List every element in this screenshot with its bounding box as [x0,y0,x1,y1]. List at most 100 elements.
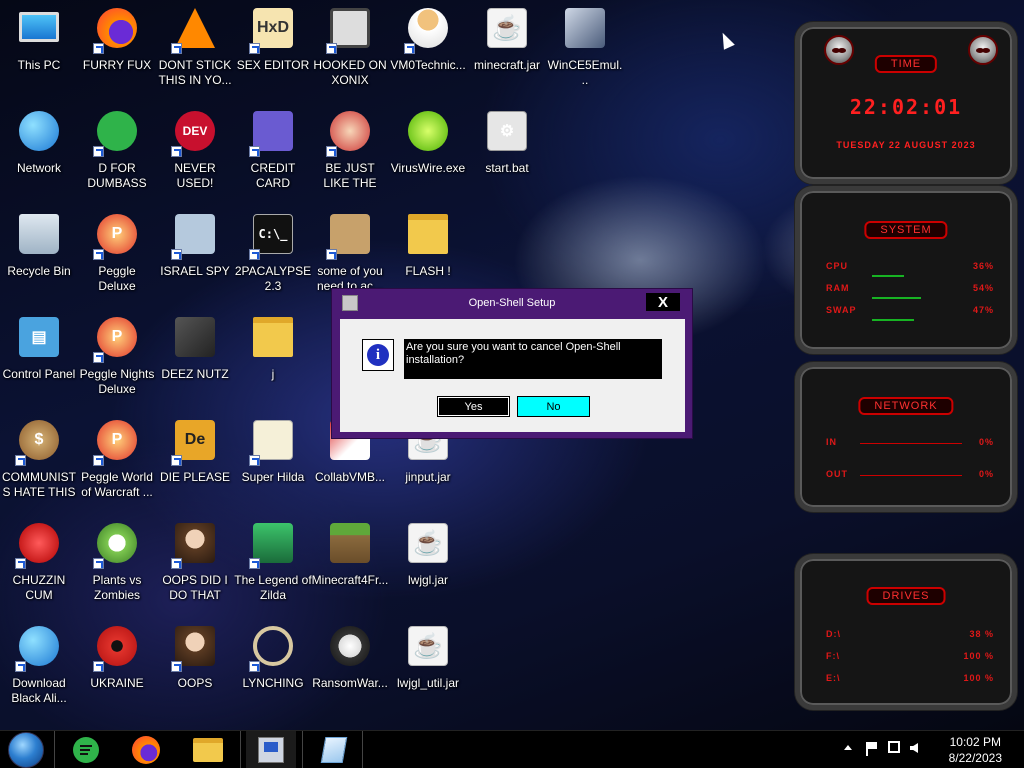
time-widget-clock: 22:02:01 [849,95,963,119]
desktop-icon[interactable]: ▤ Control Panel [0,309,78,409]
desktop-icon[interactable]: Plants vs Zombies [78,515,156,615]
desktop-icon[interactable]: C:\_ 2PACALYPSE 2.3 [234,206,312,306]
peggle-icon: P [93,212,141,260]
java-icon: ☕ [483,6,531,54]
desktop-icon[interactable]: VM0Technic... [389,0,467,100]
desktop-icon[interactable]: OOPS [156,618,234,718]
desktop-icon[interactable]: This PC [0,0,78,100]
desktop-icon[interactable]: Recycle Bin [0,206,78,306]
desktop-icon-label: Peggle World of Warcraft ... [81,470,153,499]
alien-logo-icon [824,35,854,65]
portrait-icon [171,521,219,569]
taskbar-setup-button[interactable] [246,731,296,768]
system-metric-bar [872,319,914,321]
desktop-icon[interactable]: Network [0,103,78,203]
no-button[interactable]: No [517,396,590,417]
firefox-icon [132,736,160,764]
network-out-label: OUT [826,469,848,479]
taskbar-clock[interactable]: 10:02 PM 8/22/2023 [949,734,1002,766]
network-in-value: 0% [978,437,994,447]
desktop-icon-label: CHUZZIN CUM [12,573,66,602]
plant-icon [93,521,141,569]
desktop-icon[interactable]: FURRY FUX [78,0,156,100]
desktop-icon[interactable]: De DIE PLEASE [156,412,234,512]
desktop-icon[interactable]: Minecraft4Fr... [311,515,389,615]
desktop-icon[interactable]: ☕ lwjgl_util.jar [389,618,467,718]
desktop-icon[interactable]: HxD SEX EDITOR [234,0,312,100]
desktop-icon[interactable]: Super Hilda [234,412,312,512]
desktop-icon[interactable]: HOOKED ON XONIX [311,0,389,100]
desktop-icon[interactable]: DEEZ NUTZ [156,309,234,409]
desktop-icon[interactable]: OOPS DID I DO THAT [156,515,234,615]
desktop-icon[interactable]: P Peggle Nights Deluxe [78,309,156,409]
dialog-title: Open-Shell Setup [468,297,556,309]
desktop-icon[interactable]: Download Black Ali... [0,618,78,718]
spy-icon [171,212,219,260]
desktop-icon-label: Peggle Nights Deluxe [79,367,155,396]
shortcut-arrow-icon [93,146,104,157]
folder-icon [404,212,452,260]
folder-icon [249,315,297,363]
desktop-icon-label: D FOR DUMBASS [87,161,147,190]
drive-row: D:\ 38 % [826,629,994,639]
card-icon [249,109,297,157]
pixel-icon [249,418,297,466]
shortcut-arrow-icon [15,661,26,672]
shortcut-arrow-icon [171,661,182,672]
lime-icon [404,109,452,157]
desktop-icon[interactable]: VirusWire.exe [389,103,467,203]
taskbar-firefox-button[interactable] [122,731,170,768]
desktop-icon[interactable]: CHUZZIN CUM [0,515,78,615]
show-hidden-icons-chevron-icon[interactable] [844,745,852,750]
shortcut-arrow-icon [171,558,182,569]
desktop-icon[interactable]: ☕ lwjgl.jar [389,515,467,615]
desktop-icon[interactable]: j [234,309,312,409]
taskbar-clock-time: 10:02 PM [949,735,1001,749]
dialog-titlebar[interactable]: Open-Shell Setup X [332,289,692,317]
desktop-icon[interactable]: The Legend of Zilda [234,515,312,615]
desktop-icon[interactable]: RansomWar... [311,618,389,718]
portrait64-icon [171,624,219,672]
desktop-icon-label: Network [16,161,61,175]
desktop-icon[interactable]: DONT STICK THIS IN YO... [156,0,234,100]
desktop-icon-label: BE JUST LIKE THE DUDE! [323,161,377,190]
desktop-icon[interactable]: ⚙ start.bat [468,103,546,203]
desktop-icon[interactable]: LYNCHING [234,618,312,718]
taskbar-file-explorer-button[interactable] [184,731,232,768]
taskbar-notepad-button[interactable] [308,731,360,768]
desktop-icon[interactable]: DEV NEVER USED! [156,103,234,203]
desktop-icon-label: HOOKED ON XONIX [313,58,387,87]
peggle-icon: P [93,315,141,363]
setup-installer-icon [258,737,284,763]
start-button[interactable] [4,731,48,768]
desktop-icon[interactable]: $ COMMUNISTS HATE THIS G... [0,412,78,512]
desktop-icon[interactable]: ISRAEL SPY [156,206,234,306]
shortcut-arrow-icon [93,249,104,260]
time-widget-date: TUESDAY 22 AUGUST 2023 [836,140,976,150]
desktop-icon[interactable]: BE JUST LIKE THE DUDE! [311,103,389,203]
desktop-icon[interactable]: D FOR DUMBASS [78,103,156,203]
drive-value: 38 % [969,629,994,639]
network-icon[interactable] [888,741,900,753]
dialog-close-button[interactable]: X [646,293,680,311]
volume-icon[interactable] [910,743,918,753]
peggle-icon: P [93,418,141,466]
desktop-icon[interactable]: UKRAINE [78,618,156,718]
shortcut-arrow-icon [249,43,260,54]
desktop-icon[interactable]: WinCE5Emul... [546,0,624,100]
taskbar-separator [362,731,363,768]
zelda-icon [249,521,297,569]
doctor-icon [404,6,452,54]
flag-icon[interactable] [866,742,877,756]
desktop-icon-label: DONT STICK THIS IN YO... [158,58,232,87]
taskbar-dfor-button[interactable] [62,731,110,768]
desktop-icon[interactable]: ☕ minecraft.jar [468,0,546,100]
desktop-icon[interactable]: CREDIT CARD CHECKER [234,103,312,203]
desktop-icon[interactable]: P Peggle World of Warcraft ... [78,412,156,512]
yes-button[interactable]: Yes [437,396,510,417]
desktop-icon-label: lwjgl_util.jar [396,676,460,690]
chuzzle-icon [15,521,63,569]
drives-widget-title: DRIVES [866,587,946,605]
devcpp-icon: DEV [171,109,219,157]
desktop-icon[interactable]: P Peggle Deluxe [78,206,156,306]
